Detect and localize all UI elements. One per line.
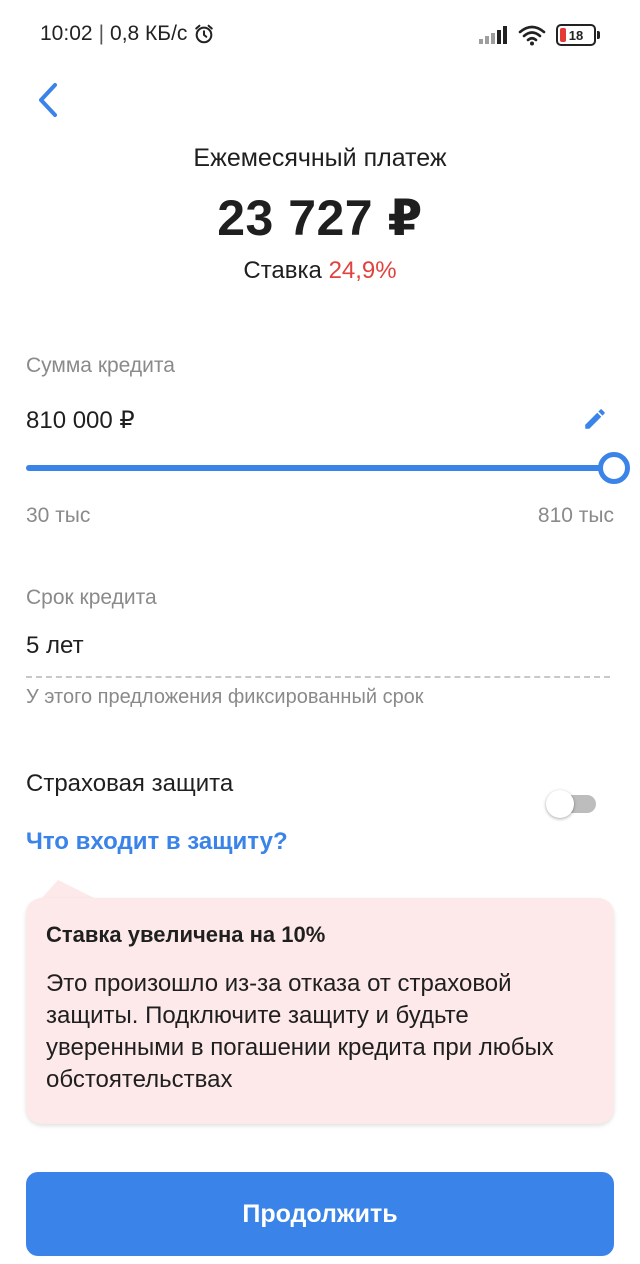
loan-amount-value: 810 000 ₽ [26,407,135,434]
payment-title: Ежемесячный платеж [193,144,447,172]
slider-thumb[interactable] [598,452,630,484]
battery-fill [560,28,566,42]
status-right: 18 [478,24,600,46]
slider-fill [26,465,614,471]
range-min-label: 30 тыс [26,504,91,527]
loan-term-value: 5 лет [26,632,84,659]
signal-bars-icon [478,25,508,45]
insurance-info-link[interactable]: Что входит в защиту? [26,828,288,856]
toggle-knob [546,790,574,818]
battery-level: 18 [568,27,584,43]
payment-amount: 23 727 ₽ [217,190,423,246]
wifi-icon [518,24,546,46]
term-divider [26,676,610,678]
rate-increase-notice: Ставка увеличена на 10% Это произошло из… [26,898,614,1124]
battery-icon: 18 [556,24,600,46]
loan-amount-label: Сумма кредита [26,354,175,377]
rate-line: Ставка 24,9% [0,257,640,285]
loan-amount-slider[interactable] [26,452,630,484]
rate-value: 24,9% [328,257,397,284]
chevron-left-icon [35,82,61,118]
loan-term-label: Срок кредита [26,586,157,609]
back-button[interactable] [26,78,70,122]
notice-pointer [40,880,98,900]
insurance-toggle[interactable] [546,790,596,818]
range-max-label: 810 тыс [537,504,614,527]
status-separator: | [98,22,105,45]
continue-button[interactable]: Продолжить [26,1172,614,1256]
pencil-icon [582,406,608,432]
term-hint: У этого предложения фиксированный срок [26,686,424,708]
rate-label: Ставка [243,257,322,284]
status-time: 10:02 [40,22,93,45]
edit-amount-button[interactable] [578,402,612,436]
notice-title: Ставка увеличена на 10% [46,922,326,947]
insurance-label: Страховая защита [26,770,234,797]
notice-text: Это произошло из-за отказа от страховой … [46,970,554,1093]
status-bar: 10:02 | 0,8 КБ/с 18 [0,0,640,72]
payment-summary: Ежемесячный платеж 23 727 ₽ Ставка 24,9% [0,144,640,285]
alarm-clock-icon [193,23,215,45]
status-network-speed: 0,8 КБ/с [110,22,188,45]
status-left: 10:02 | 0,8 КБ/с [40,22,215,46]
